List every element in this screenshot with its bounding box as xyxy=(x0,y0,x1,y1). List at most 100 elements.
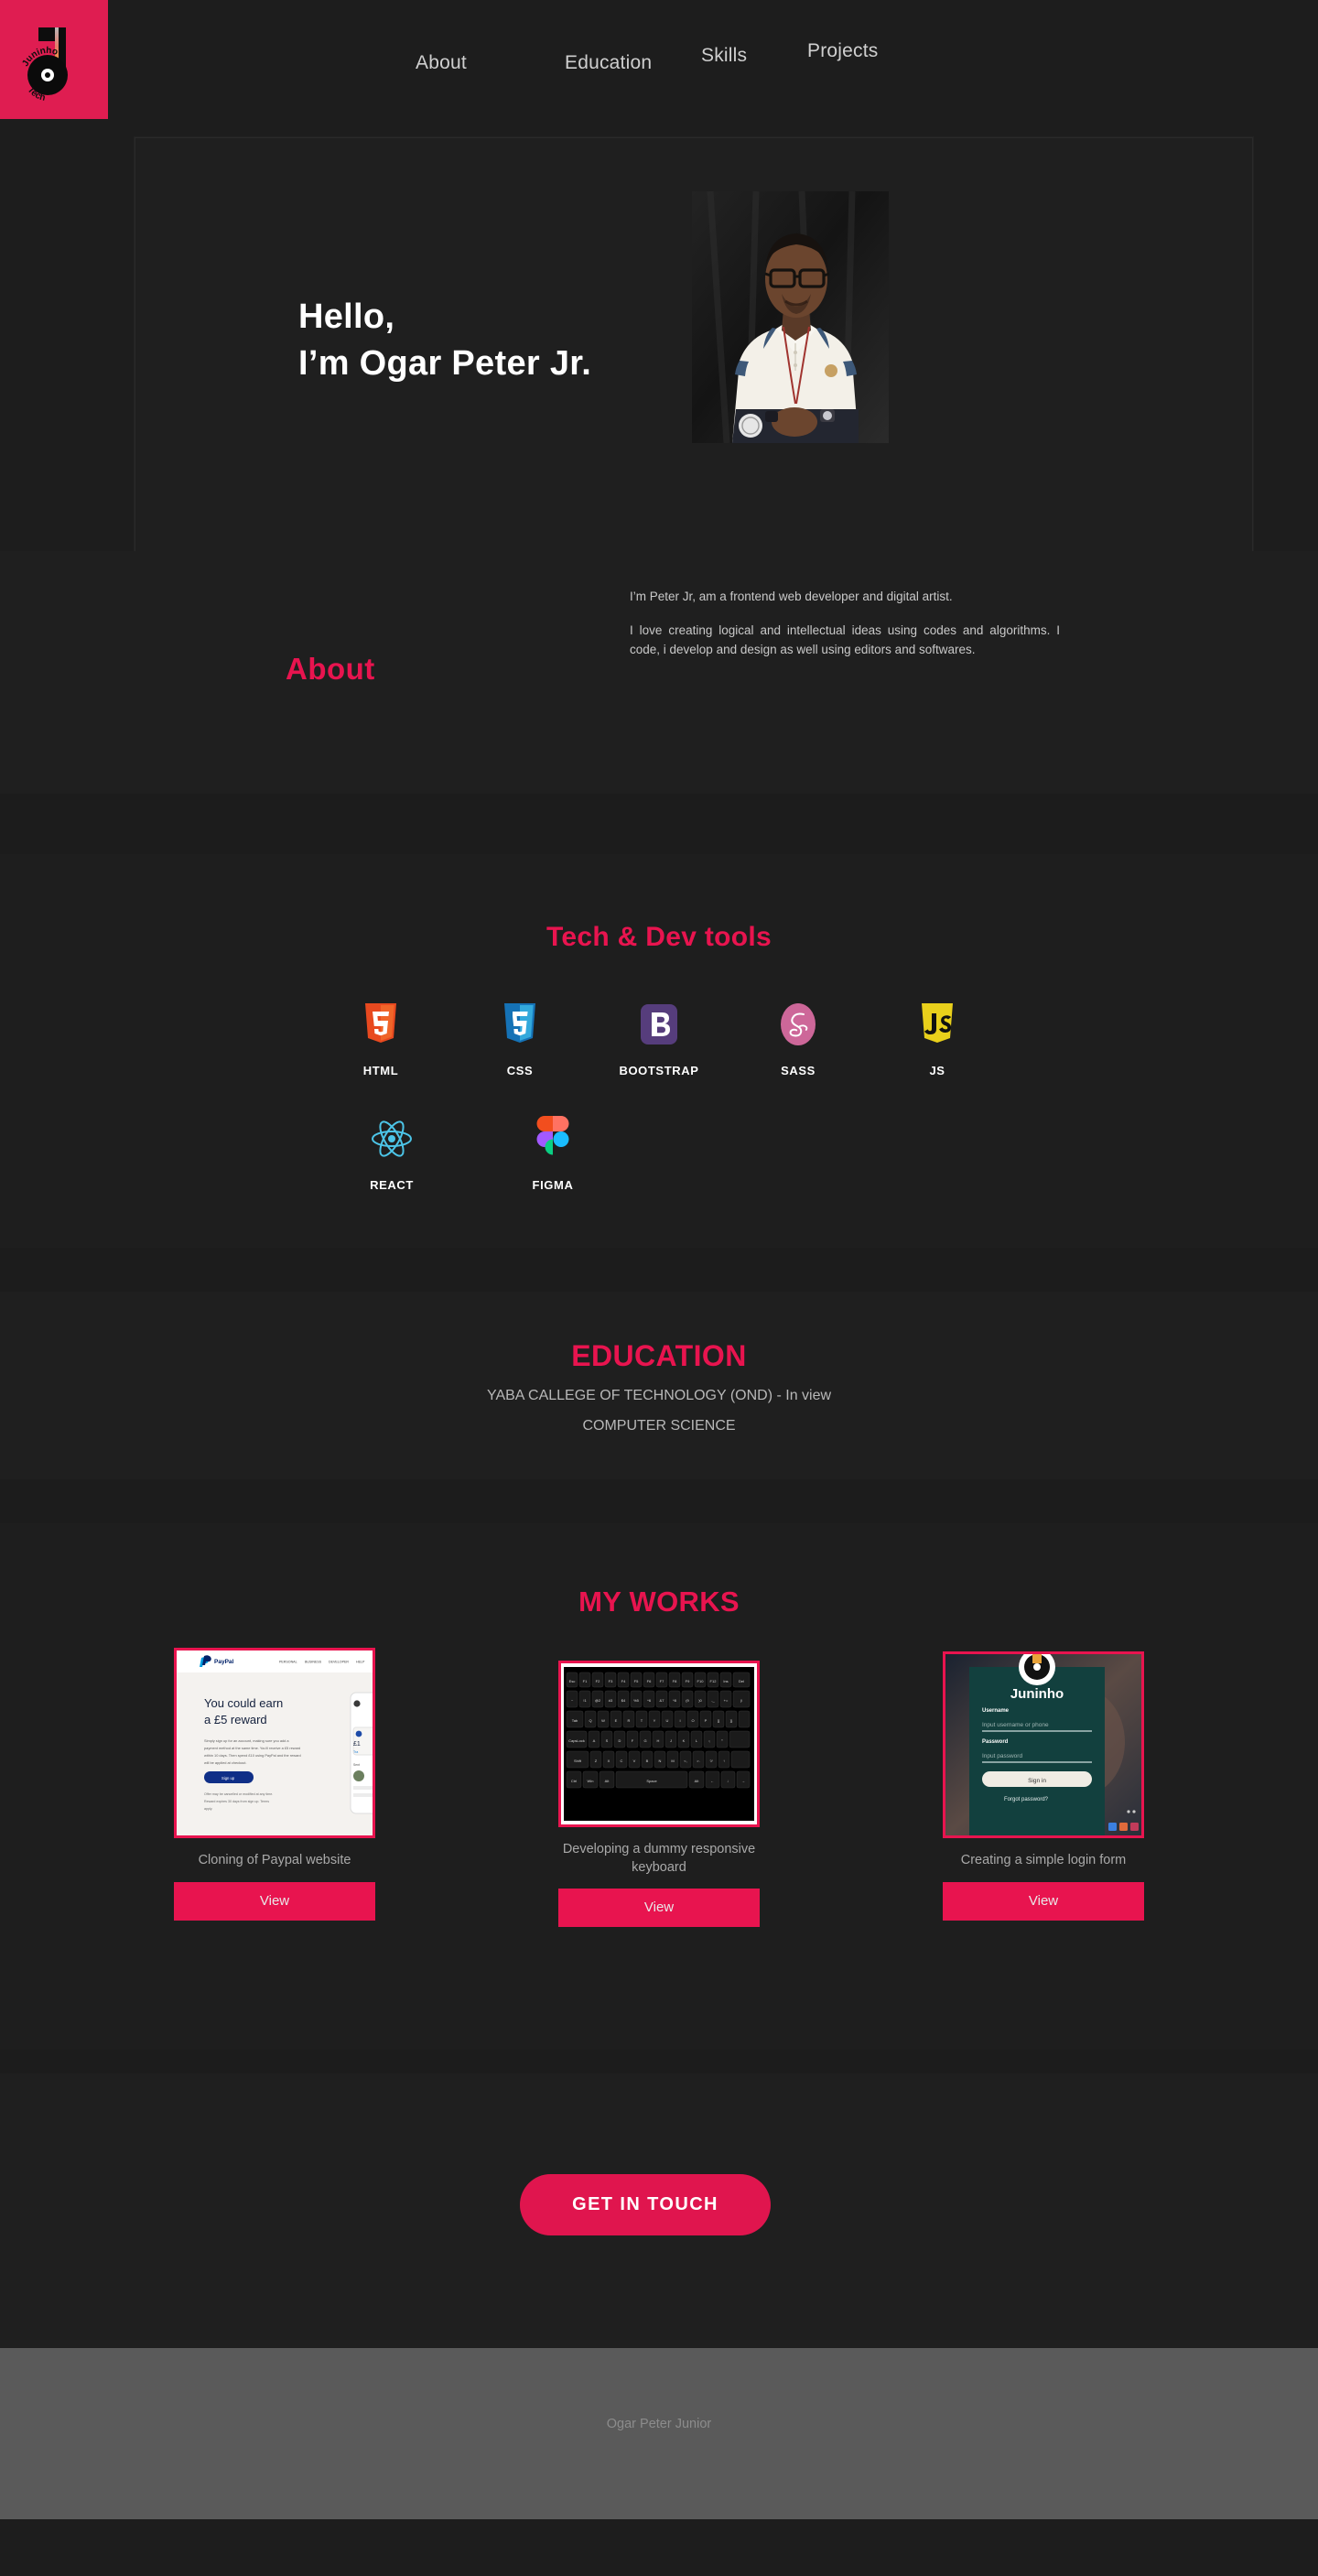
svg-text:@2: @2 xyxy=(595,1698,601,1703)
work-thumbnail-keyboard[interactable]: Esc F1 F2 F3 F4 F5 F6 F7 F8 F9 F10 F12 Ins Del ~ !1… xyxy=(558,1661,760,1827)
svg-text:Shift: Shift xyxy=(574,1759,582,1763)
section-divider-2 xyxy=(0,1248,1318,1292)
tech-item-html[interactable]: HTML xyxy=(311,996,450,1077)
tech-item-js[interactable]: JS xyxy=(868,996,1007,1077)
juninho-tech-logo-icon: Juninho Tech xyxy=(0,0,108,119)
work-card: Juninho Username Input username or phone… xyxy=(943,1651,1144,1927)
tech-label: REACT xyxy=(370,1178,414,1192)
svg-text:£1: £1 xyxy=(353,1741,361,1748)
login-form-preview: Juninho Username Input username or phone… xyxy=(945,1654,1141,1835)
nav-link-education[interactable]: Education xyxy=(565,52,652,74)
svg-text:P: P xyxy=(705,1718,708,1723)
svg-text:F7: F7 xyxy=(660,1679,664,1683)
work-thumbnail-login[interactable]: Juninho Username Input username or phone… xyxy=(943,1651,1144,1838)
svg-text:a £5 reward: a £5 reward xyxy=(204,1713,267,1726)
svg-text:↓: ↓ xyxy=(727,1779,729,1783)
tech-label: HTML xyxy=(362,1064,399,1077)
svg-text:#3: #3 xyxy=(609,1698,613,1703)
tech-item-react[interactable]: REACT xyxy=(311,1110,472,1192)
work-view-button[interactable]: View xyxy=(943,1881,1144,1921)
svg-text:PERSONAL: PERSONAL xyxy=(279,1661,297,1664)
hero-greeting: Hello, xyxy=(298,298,395,336)
about-heading: About xyxy=(286,652,375,686)
work-view-button[interactable]: View xyxy=(558,1889,760,1928)
svg-text:W: W xyxy=(601,1718,605,1723)
svg-text:&7: &7 xyxy=(660,1698,665,1703)
svg-text:Tra: Tra xyxy=(353,1750,358,1754)
education-course: COMPUTER SCIENCE xyxy=(582,1418,736,1434)
svg-text:E: E xyxy=(615,1718,618,1723)
about-section: About I’m Peter Jr, am a frontend web de… xyxy=(0,551,1318,794)
svg-text:within 10 days. Then spend £10: within 10 days. Then spend £10 using Pay… xyxy=(204,1753,301,1758)
svg-text:S: S xyxy=(606,1738,609,1743)
svg-text:G: G xyxy=(643,1738,646,1743)
svg-text:DEVELOPER: DEVELOPER xyxy=(329,1661,349,1664)
works-grid: PayPal PERSONAL BUSINESS DEVELOPER HELP … xyxy=(174,1648,1144,1928)
footer-credit: Ogar Peter Junior xyxy=(606,2417,712,2431)
tech-item-figma[interactable]: FIGMA xyxy=(472,1110,633,1192)
work-view-button[interactable]: View xyxy=(174,1881,375,1921)
hero-card: Hello, I’m Ogar Peter Jr. xyxy=(135,137,1253,577)
svg-text:Input password: Input password xyxy=(982,1753,1022,1759)
svg-text:R: R xyxy=(628,1718,631,1723)
svg-text:↑: ↑ xyxy=(723,1759,725,1763)
works-section: MY WORKS PayPal PERSONAL BUSINESS DEVELO… xyxy=(0,1523,1318,2050)
svg-text:Esc: Esc xyxy=(569,1679,576,1683)
tech-tools-grid: HTML CSS BOOTSTRAP SASS JS REACT FIGMA xyxy=(311,996,1007,1192)
contact-section: GET IN TOUCH xyxy=(0,2073,1318,2348)
svg-text:BUSINESS: BUSINESS xyxy=(305,1661,322,1664)
svg-text:D: D xyxy=(619,1738,621,1743)
nav-link-about[interactable]: About xyxy=(416,52,467,74)
nav-link-projects[interactable]: Projects xyxy=(807,40,878,62)
section-divider-3 xyxy=(0,1479,1318,1523)
svg-text:Offer may be cancelled or modi: Offer may be cancelled or modified at an… xyxy=(204,1792,273,1796)
svg-text:You could earn: You could earn xyxy=(204,1696,283,1710)
section-divider-4 xyxy=(0,2050,1318,2073)
tech-label: JS xyxy=(929,1064,945,1077)
svg-text:Juninho: Juninho xyxy=(1010,1686,1064,1702)
tech-tools-row-1: HTML CSS BOOTSTRAP SASS JS xyxy=(311,996,1007,1077)
svg-text:Sign in: Sign in xyxy=(1028,1778,1046,1784)
svg-text:→: → xyxy=(741,1779,745,1783)
work-caption: Developing a dummy responsive keyboard xyxy=(562,1842,756,1875)
svg-text:F1: F1 xyxy=(583,1679,588,1683)
react-icon xyxy=(369,1110,415,1167)
tech-item-sass[interactable]: SASS xyxy=(729,996,868,1077)
tech-item-css[interactable]: CSS xyxy=(450,996,589,1077)
site-header: Juninho Tech About Education Skills Proj… xyxy=(0,0,1318,119)
paypal-clone-preview: PayPal PERSONAL BUSINESS DEVELOPER HELP … xyxy=(177,1651,373,1835)
svg-text:F3: F3 xyxy=(609,1679,613,1683)
tech-item-bootstrap[interactable]: BOOTSTRAP xyxy=(589,996,729,1077)
tech-tools-heading: Tech & Dev tools xyxy=(546,922,772,952)
tech-label: BOOTSTRAP xyxy=(619,1064,699,1077)
svg-text:$4: $4 xyxy=(621,1698,626,1703)
svg-text:C: C xyxy=(621,1759,623,1763)
svg-text:%5: %5 xyxy=(633,1698,640,1703)
svg-text::;: :; xyxy=(708,1738,710,1743)
svg-text:Ctrl: Ctrl xyxy=(571,1779,577,1783)
svg-text:HELP: HELP xyxy=(356,1661,365,1664)
svg-text:F4: F4 xyxy=(621,1679,626,1683)
tech-label: SASS xyxy=(781,1064,816,1077)
svg-text:F12: F12 xyxy=(710,1679,718,1683)
work-caption: Cloning of Paypal website xyxy=(198,1853,351,1867)
work-thumbnail-paypal[interactable]: PayPal PERSONAL BUSINESS DEVELOPER HELP … xyxy=(174,1648,375,1838)
svg-text:Sent: Sent xyxy=(353,1763,360,1767)
svg-text:U: U xyxy=(666,1718,669,1723)
get-in-touch-button[interactable]: GET IN TOUCH xyxy=(520,2174,771,2235)
tech-tools-section: Tech & Dev tools HTML CSS BOOTSTRAP SASS… xyxy=(0,854,1318,1248)
bootstrap-icon xyxy=(639,996,679,1053)
tech-label: CSS xyxy=(506,1064,534,1077)
education-heading: EDUCATION xyxy=(571,1339,747,1372)
svg-text:Sign up: Sign up xyxy=(221,1776,235,1780)
svg-text:V: V xyxy=(633,1759,636,1763)
main-navigation: About Education Skills Projects xyxy=(394,35,961,81)
svg-text:X: X xyxy=(608,1759,610,1763)
svg-text:F6: F6 xyxy=(647,1679,652,1683)
education-school: YABA CALLEGE OF TECHNOLOGY (OND) - In vi… xyxy=(486,1388,832,1403)
site-logo[interactable]: Juninho Tech xyxy=(0,0,108,119)
svg-text:will be applied at checkout.: will be applied at checkout. xyxy=(204,1760,247,1765)
svg-text:←: ← xyxy=(710,1779,714,1783)
nav-link-skills[interactable]: Skills xyxy=(701,45,747,67)
work-caption: Creating a simple login form xyxy=(960,1853,1127,1867)
